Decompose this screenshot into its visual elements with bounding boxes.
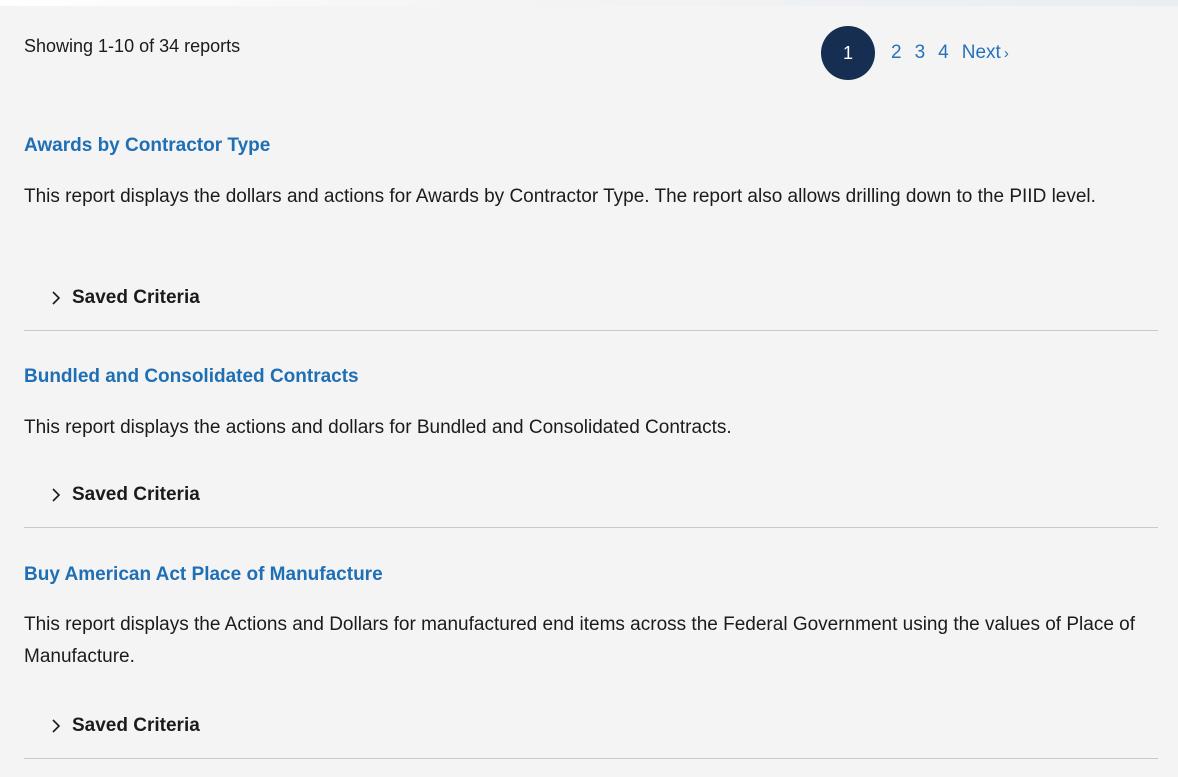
page-1-current[interactable]: 1	[821, 26, 875, 80]
chevron-right-icon	[52, 719, 61, 733]
saved-criteria-toggle[interactable]: Saved Criteria	[48, 484, 200, 506]
report-title-link[interactable]: Bundled and Consolidated Contracts	[24, 366, 359, 388]
next-page-link[interactable]: Next ›	[962, 42, 1009, 64]
report-title-link[interactable]: Awards by Contractor Type	[24, 135, 270, 157]
page-link-4[interactable]: 4	[938, 42, 949, 64]
report-item: Bundled and Consolidated Contracts This …	[24, 355, 1158, 528]
pagination: 1 2 3 4 Next ›	[821, 24, 1009, 82]
saved-criteria-label: Saved Criteria	[72, 287, 200, 308]
results-count: Showing 1-10 of 34 reports	[24, 36, 241, 56]
saved-criteria-label: Saved Criteria	[72, 715, 200, 736]
saved-criteria-label: Saved Criteria	[72, 484, 200, 505]
report-description: This report displays the dollars and act…	[24, 186, 1096, 207]
chevron-right-icon	[52, 488, 61, 502]
next-page-label: Next	[961, 42, 1001, 63]
page-link-3[interactable]: 3	[915, 42, 926, 64]
saved-criteria-toggle[interactable]: Saved Criteria	[48, 287, 200, 309]
saved-criteria-toggle[interactable]: Saved Criteria	[48, 715, 200, 737]
report-item: Awards by Contractor Type This report di…	[24, 124, 1158, 331]
report-description: This report displays the Actions and Dol…	[24, 614, 1136, 667]
report-item: Buy American Act Place of Manufacture Th…	[24, 553, 1158, 759]
chevron-right-icon	[52, 291, 61, 305]
chevron-right-icon: ›	[1003, 44, 1009, 62]
results-header: Showing 1-10 of 34 reports 1 2 3 4 Next …	[24, 24, 1158, 84]
report-title-link[interactable]: Buy American Act Place of Manufacture	[24, 564, 383, 586]
top-strip	[0, 0, 1178, 6]
report-description: This report displays the actions and dol…	[24, 417, 732, 438]
page-link-2[interactable]: 2	[891, 42, 902, 64]
